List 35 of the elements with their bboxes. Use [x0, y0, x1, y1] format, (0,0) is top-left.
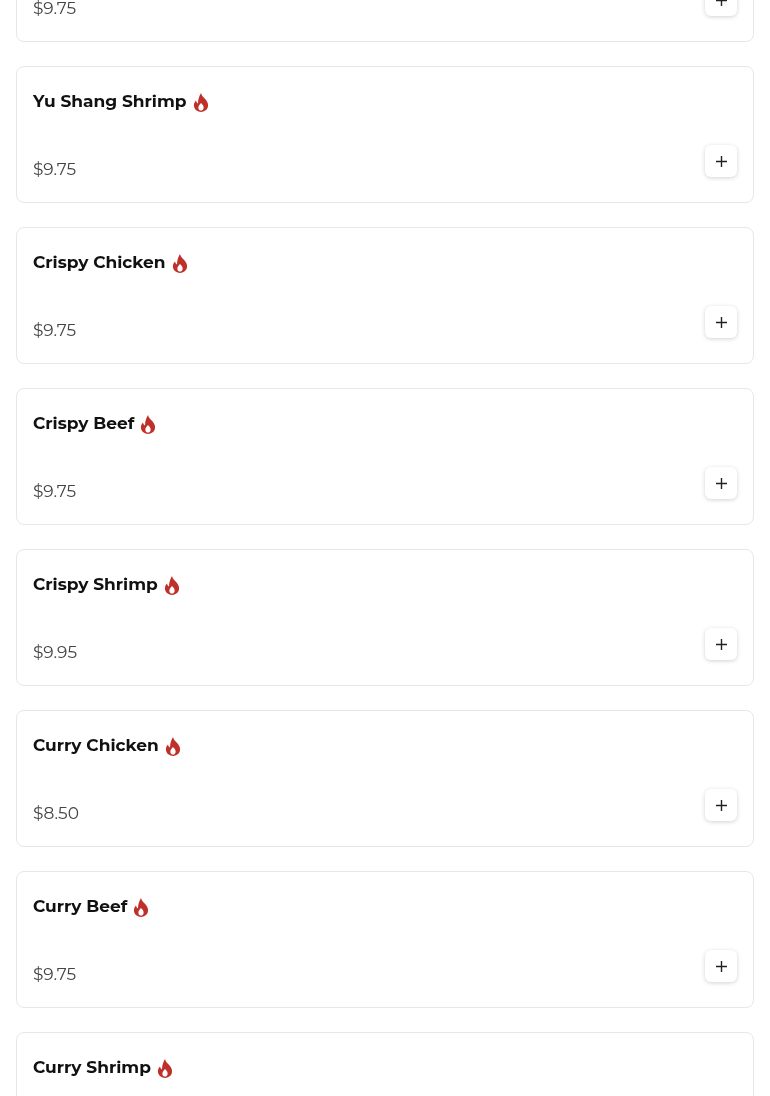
plus-icon — [715, 960, 727, 972]
item-name: Crispy Beef — [33, 412, 135, 436]
item-name: Crispy Shrimp — [33, 573, 158, 597]
menu-item-card[interactable]: Crispy Beef $9.75 — [16, 388, 754, 525]
flame-icon — [156, 1058, 173, 1078]
item-name: Crispy Chicken — [33, 251, 166, 275]
menu-item-card[interactable]: Curry Shrimp — [16, 1032, 754, 1096]
item-name: Yu Shang Shrimp — [33, 90, 187, 114]
plus-icon — [715, 155, 727, 167]
plus-icon — [715, 316, 727, 328]
plus-icon — [715, 638, 727, 650]
flame-icon — [171, 253, 188, 273]
menu-item-card[interactable]: Yu Shang Shrimp $9.75 — [16, 66, 754, 203]
item-name: Curry Chicken — [33, 734, 159, 758]
flame-icon — [192, 92, 209, 112]
item-price: $9.75 — [33, 0, 77, 18]
flame-icon — [140, 414, 157, 434]
menu-item-card[interactable]: Curry Beef $9.75 — [16, 871, 754, 1008]
flame-icon — [164, 736, 181, 756]
flame-icon — [133, 897, 150, 917]
menu-item-card[interactable]: Crispy Shrimp $9.95 — [16, 549, 754, 686]
item-price: $9.75 — [33, 159, 77, 179]
item-name: Curry Shrimp — [33, 1056, 151, 1080]
item-name: Curry Beef — [33, 895, 128, 919]
flame-icon — [163, 575, 180, 595]
menu-item-card[interactable]: Curry Chicken $8.50 — [16, 710, 754, 847]
item-price: $9.95 — [33, 642, 78, 662]
item-price: $9.75 — [33, 964, 77, 984]
item-price: $9.75 — [33, 320, 77, 340]
menu-item-card[interactable]: Crispy Chicken $9.75 — [16, 227, 754, 364]
plus-icon — [715, 799, 727, 811]
menu-item-card[interactable]: $9.75 — [16, 0, 754, 42]
plus-icon — [715, 477, 727, 489]
item-price: $9.75 — [33, 481, 77, 501]
item-price: $8.50 — [33, 803, 79, 823]
